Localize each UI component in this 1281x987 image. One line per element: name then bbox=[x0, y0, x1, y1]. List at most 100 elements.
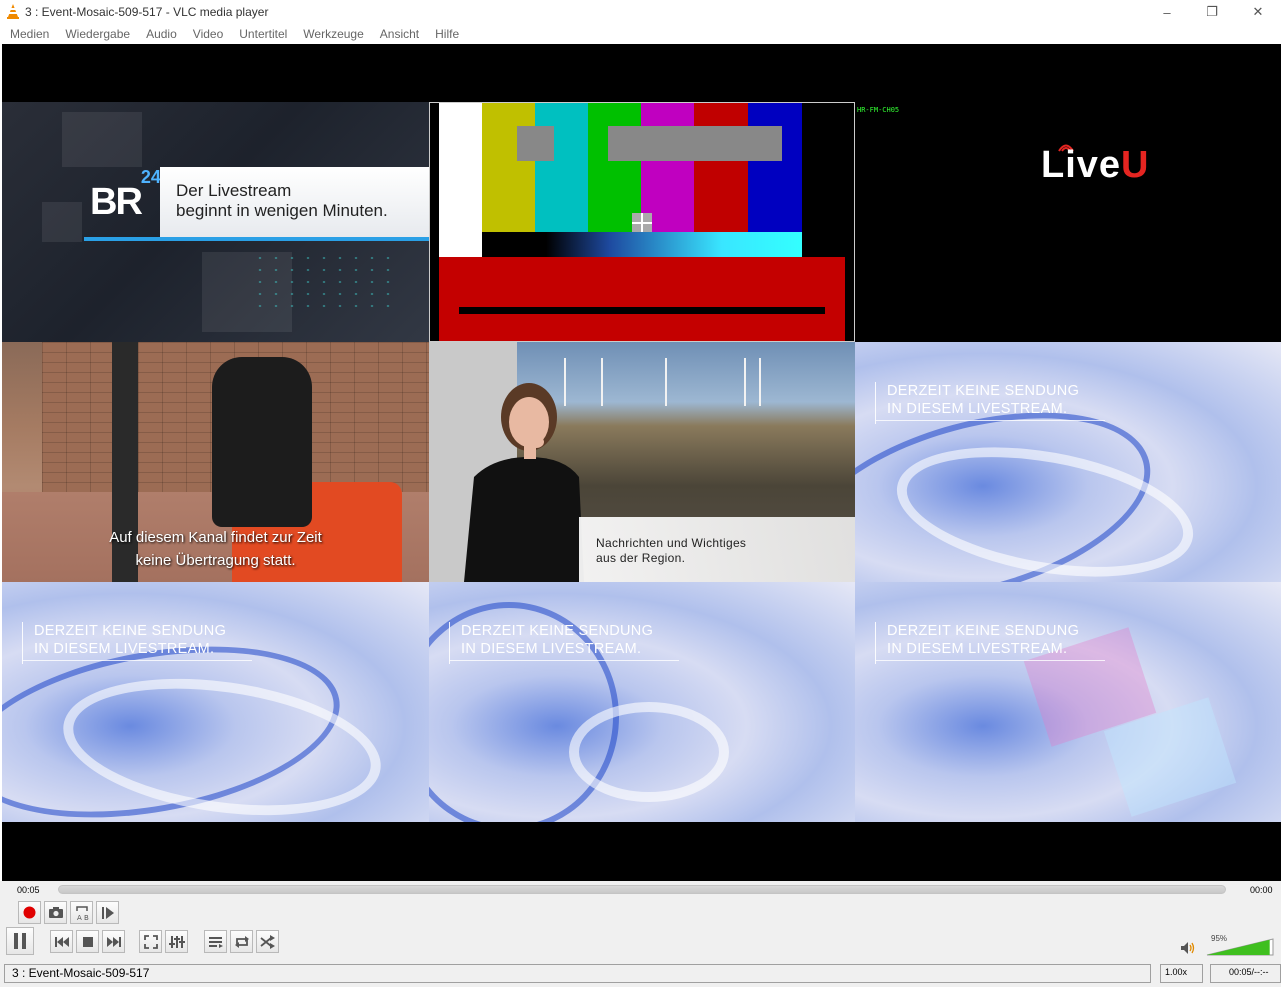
snapshot-button[interactable] bbox=[44, 901, 67, 924]
no-broadcast-text: DERZEIT KEINE SENDUNG IN DIESEM LIVESTRE… bbox=[449, 622, 653, 664]
shuffle-icon bbox=[259, 934, 275, 949]
liveu-logo: LiveU bbox=[1041, 144, 1150, 186]
person-figure bbox=[212, 357, 312, 527]
menu-video[interactable]: Video bbox=[185, 24, 231, 44]
repeat-icon bbox=[234, 935, 249, 948]
no-broadcast-line1: DERZEIT KEINE SENDUNG bbox=[887, 623, 1080, 639]
skip-back-icon bbox=[54, 936, 69, 947]
ab-loop-icon: A B bbox=[75, 905, 89, 921]
loop-button[interactable] bbox=[230, 930, 253, 953]
playback-speed[interactable]: 1.00x bbox=[1160, 964, 1203, 983]
channel-label: HR-FM-CH05 bbox=[857, 106, 900, 114]
previous-button[interactable] bbox=[50, 930, 73, 953]
volume-slider[interactable] bbox=[1205, 935, 1275, 957]
tile-sign-language: Nachrichten und Wichtiges aus der Region… bbox=[429, 342, 855, 582]
lower-third: Nachrichten und Wichtiges aus der Region… bbox=[579, 517, 855, 582]
decor-square bbox=[62, 112, 142, 167]
ab-loop-button[interactable]: A B bbox=[70, 901, 93, 924]
menu-werkzeuge[interactable]: Werkzeuge bbox=[295, 24, 371, 44]
close-button[interactable]: ✕ bbox=[1235, 0, 1281, 24]
volume-icon[interactable] bbox=[1180, 941, 1196, 955]
record-button[interactable] bbox=[18, 901, 41, 924]
wind-turbine bbox=[601, 358, 603, 406]
no-broadcast-underline bbox=[875, 660, 1105, 661]
time-total[interactable]: 00:00 bbox=[1250, 885, 1273, 895]
menu-ansicht[interactable]: Ansicht bbox=[372, 24, 427, 44]
frame-step-button[interactable] bbox=[96, 901, 119, 924]
menu-hilfe[interactable]: Hilfe bbox=[427, 24, 467, 44]
br24-caption-line1: Der Livestream bbox=[176, 181, 292, 200]
decor-swirl bbox=[569, 702, 729, 802]
status-media-name: 3 : Event-Mosaic-509-517 bbox=[4, 964, 1151, 983]
subtitle-line2: keine Übertragung statt. bbox=[135, 552, 296, 569]
menu-medien[interactable]: Medien bbox=[2, 24, 57, 44]
window-title: 3 : Event-Mosaic-509-517 - VLC media pla… bbox=[25, 5, 269, 19]
menu-wiedergabe[interactable]: Wiedergabe bbox=[57, 24, 138, 44]
interpreter-figure bbox=[464, 383, 584, 582]
playlist-icon bbox=[208, 936, 223, 948]
video-area[interactable]: BR24 Der Livestream beginnt in wenigen M… bbox=[2, 44, 1281, 881]
no-broadcast-line1: DERZEIT KEINE SENDUNG bbox=[461, 623, 654, 639]
wind-turbine bbox=[665, 358, 667, 406]
frame-step-icon bbox=[101, 906, 114, 919]
minimize-button[interactable]: – bbox=[1144, 0, 1190, 24]
menu-audio[interactable]: Audio bbox=[138, 24, 185, 44]
tile-test-pattern bbox=[429, 102, 855, 342]
br24-caption-line2: beginnt in wenigen Minuten. bbox=[176, 201, 388, 220]
pause-button[interactable] bbox=[6, 927, 34, 955]
no-broadcast-text: DERZEIT KEINE SENDUNG IN DIESEM LIVESTRE… bbox=[875, 622, 1079, 664]
tile-forklift: Auf diesem Kanal findet zur Zeit keine Ü… bbox=[2, 342, 429, 582]
menu-bar: Medien Wiedergabe Audio Video Untertitel… bbox=[0, 24, 1281, 44]
skip-forward-icon bbox=[106, 936, 121, 947]
playlist-button[interactable] bbox=[204, 930, 227, 953]
stop-button[interactable] bbox=[76, 930, 99, 953]
no-broadcast-underline bbox=[449, 660, 679, 661]
tile-border bbox=[429, 102, 855, 342]
tile-no-broadcast: DERZEIT KEINE SENDUNG IN DIESEM LIVESTRE… bbox=[855, 342, 1281, 582]
shuffle-button[interactable] bbox=[256, 930, 279, 953]
no-broadcast-underline bbox=[875, 420, 1105, 421]
subtitle-line1: Auf diesem Kanal findet zur Zeit bbox=[109, 529, 322, 546]
camera-icon bbox=[48, 907, 63, 918]
lower-third-line2: aus der Region. bbox=[596, 551, 686, 565]
tile-no-broadcast: DERZEIT KEINE SENDUNG IN DIESEM LIVESTRE… bbox=[855, 582, 1281, 822]
vlc-cone-icon bbox=[7, 4, 19, 19]
time-elapsed: 00:05 bbox=[17, 885, 40, 895]
video-mosaic: BR24 Der Livestream beginnt in wenigen M… bbox=[2, 102, 1281, 822]
br24-logo: BR24 bbox=[90, 167, 161, 223]
tile-br24: BR24 Der Livestream beginnt in wenigen M… bbox=[2, 102, 429, 342]
tile-no-broadcast: DERZEIT KEINE SENDUNG IN DIESEM LIVESTRE… bbox=[429, 582, 855, 822]
no-broadcast-underline bbox=[22, 660, 252, 661]
fullscreen-icon bbox=[143, 934, 158, 949]
wind-turbine bbox=[759, 358, 761, 406]
equalizer-icon bbox=[168, 935, 185, 948]
svg-text:A B: A B bbox=[77, 914, 89, 921]
tile-liveu: HR-FM-CH05 LiveU bbox=[855, 102, 1281, 342]
maximize-button[interactable]: ❐ bbox=[1189, 0, 1235, 24]
menu-untertitel[interactable]: Untertitel bbox=[231, 24, 295, 44]
no-broadcast-line2: IN DIESEM LIVESTREAM. bbox=[887, 401, 1068, 417]
extended-settings-button[interactable] bbox=[165, 930, 188, 953]
no-broadcast-line2: IN DIESEM LIVESTREAM. bbox=[34, 641, 215, 657]
forklift-mast bbox=[112, 342, 138, 582]
br24-caption: Der Livestream beginnt in wenigen Minute… bbox=[160, 167, 429, 237]
decor-square bbox=[42, 202, 82, 242]
no-broadcast-text: DERZEIT KEINE SENDUNG IN DIESEM LIVESTRE… bbox=[22, 622, 226, 664]
no-broadcast-line1: DERZEIT KEINE SENDUNG bbox=[34, 623, 227, 639]
record-icon bbox=[23, 906, 36, 919]
next-button[interactable] bbox=[102, 930, 125, 953]
tile-no-broadcast: DERZEIT KEINE SENDUNG IN DIESEM LIVESTRE… bbox=[2, 582, 429, 822]
fullscreen-button[interactable] bbox=[139, 930, 162, 953]
br24-underline bbox=[84, 237, 429, 241]
status-time[interactable]: 00:05/--:-- bbox=[1210, 964, 1281, 983]
decor-dots bbox=[252, 252, 402, 312]
pause-icon bbox=[14, 933, 26, 949]
seek-slider[interactable] bbox=[58, 885, 1226, 894]
wind-turbine bbox=[744, 358, 746, 406]
stop-icon bbox=[82, 936, 93, 947]
no-broadcast-text: DERZEIT KEINE SENDUNG IN DIESEM LIVESTRE… bbox=[875, 382, 1079, 424]
title-bar: 3 : Event-Mosaic-509-517 - VLC media pla… bbox=[0, 0, 1281, 24]
no-broadcast-line2: IN DIESEM LIVESTREAM. bbox=[461, 641, 642, 657]
no-broadcast-line2: IN DIESEM LIVESTREAM. bbox=[887, 641, 1068, 657]
status-bar: 3 : Event-Mosaic-509-517 1.00x 00:05/--:… bbox=[0, 962, 1281, 987]
